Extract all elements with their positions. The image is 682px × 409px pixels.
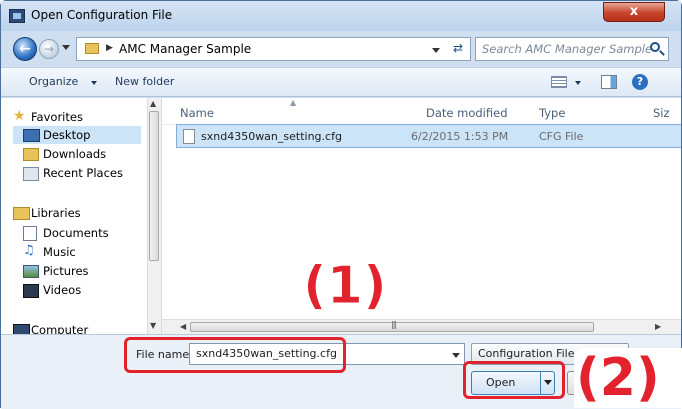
- search-placeholder: Search AMC Manager Sample: [482, 42, 653, 56]
- breadcrumb-separator-icon[interactable]: ▶: [106, 43, 113, 53]
- scroll-down-arrow-icon[interactable]: ▼: [150, 321, 156, 330]
- close-button[interactable]: x: [603, 2, 665, 22]
- address-dropdown-icon[interactable]: [432, 48, 440, 53]
- nav-item-documents[interactable]: Documents: [43, 226, 109, 240]
- videos-icon: [23, 284, 39, 298]
- app-icon: [9, 9, 25, 23]
- recent-places-icon: [23, 167, 39, 181]
- file-list: Name ▲ Date modified Type Siz sxnd4350wa…: [162, 98, 681, 334]
- chevron-down-icon[interactable]: [91, 81, 97, 85]
- scroll-up-arrow-icon[interactable]: ▲: [150, 99, 156, 108]
- new-folder-button[interactable]: New folder: [115, 75, 174, 88]
- horizontal-scrollbar-thumb[interactable]: |||: [190, 320, 594, 332]
- forward-arrow-icon: →: [43, 42, 55, 56]
- pictures-icon: [23, 265, 39, 278]
- address-row: ← → ▶ AMC Manager Sample ⇄ Search AMC Ma…: [1, 31, 681, 65]
- address-bar[interactable]: ▶ AMC Manager Sample ⇄: [76, 37, 471, 61]
- nav-scrollbar-thumb[interactable]: [149, 111, 159, 261]
- search-input[interactable]: Search AMC Manager Sample: [475, 37, 669, 61]
- nav-item-downloads[interactable]: Downloads: [43, 147, 106, 161]
- step-2-callout-backdrop: (2): [574, 348, 682, 408]
- nav-item-computer[interactable]: Computer: [31, 323, 88, 334]
- refresh-icon: ⇄: [452, 41, 464, 55]
- step-1-callout: (1): [303, 256, 388, 316]
- back-button[interactable]: ←: [13, 37, 37, 61]
- preview-pane-icon[interactable]: [601, 75, 617, 89]
- back-arrow-icon: ←: [19, 41, 31, 57]
- help-icon[interactable]: ?: [632, 74, 648, 90]
- navigation-pane: ★ Favorites Desktop Downloads Recent Pla…: [1, 98, 147, 334]
- file-date-cell: 6/2/2015 1:53 PM: [411, 130, 509, 143]
- file-row[interactable]: sxnd4350wan_setting.cfg 6/2/2015 1:53 PM…: [176, 124, 681, 148]
- file-name-dropdown-icon[interactable]: [452, 353, 460, 358]
- scroll-left-arrow-icon[interactable]: ◀: [180, 322, 186, 331]
- command-toolbar: Organize New folder ?: [1, 67, 681, 97]
- nav-item-libraries[interactable]: Libraries: [31, 206, 81, 220]
- horizontal-scrollbar[interactable]: ◀ ||| ▶: [162, 319, 681, 334]
- music-icon: ♫: [23, 243, 35, 258]
- organize-button[interactable]: Organize: [29, 75, 78, 88]
- title-bar: Open Configuration File x: [1, 1, 681, 31]
- nav-item-videos[interactable]: Videos: [43, 283, 81, 297]
- nav-item-recent-places[interactable]: Recent Places: [43, 166, 123, 180]
- change-view-icon[interactable]: [551, 76, 567, 88]
- nav-item-favorites[interactable]: Favorites: [31, 110, 83, 124]
- documents-icon: [23, 226, 37, 241]
- star-icon: ★: [13, 108, 26, 124]
- breadcrumb-current-folder[interactable]: AMC Manager Sample: [119, 42, 251, 56]
- recent-locations-dropdown-icon[interactable]: [62, 45, 70, 50]
- sort-ascending-icon: ▲: [290, 98, 297, 107]
- downloads-folder-icon: [23, 148, 39, 161]
- file-type-cell: CFG File: [539, 130, 584, 143]
- scrollbar-grip-icon: |||: [391, 320, 397, 329]
- nav-item-music[interactable]: Music: [43, 245, 76, 259]
- computer-icon: [13, 324, 30, 334]
- view-options-dropdown-icon[interactable]: [575, 81, 581, 85]
- nav-item-pictures[interactable]: Pictures: [43, 264, 89, 278]
- column-header-size[interactable]: Siz: [653, 106, 670, 120]
- highlight-open-button-box: [463, 361, 565, 399]
- column-header-type[interactable]: Type: [539, 106, 565, 120]
- column-header-name[interactable]: Name: [180, 106, 214, 120]
- forward-button[interactable]: →: [39, 39, 59, 59]
- nav-item-desktop[interactable]: Desktop: [43, 128, 90, 142]
- refresh-button[interactable]: ⇄: [448, 41, 468, 57]
- highlight-file-name-box: [124, 337, 346, 373]
- column-header-date-modified[interactable]: Date modified: [426, 106, 508, 120]
- cfg-file-icon: [183, 129, 195, 144]
- search-icon[interactable]: [650, 42, 660, 52]
- window-title: Open Configuration File: [31, 8, 173, 22]
- step-2-callout: (2): [576, 348, 660, 408]
- scroll-right-arrow-icon[interactable]: ▶: [655, 322, 661, 331]
- libraries-icon: [13, 207, 30, 220]
- file-name-cell: sxnd4350wan_setting.cfg: [201, 130, 342, 143]
- desktop-icon: [23, 129, 40, 142]
- folder-icon: [85, 43, 99, 54]
